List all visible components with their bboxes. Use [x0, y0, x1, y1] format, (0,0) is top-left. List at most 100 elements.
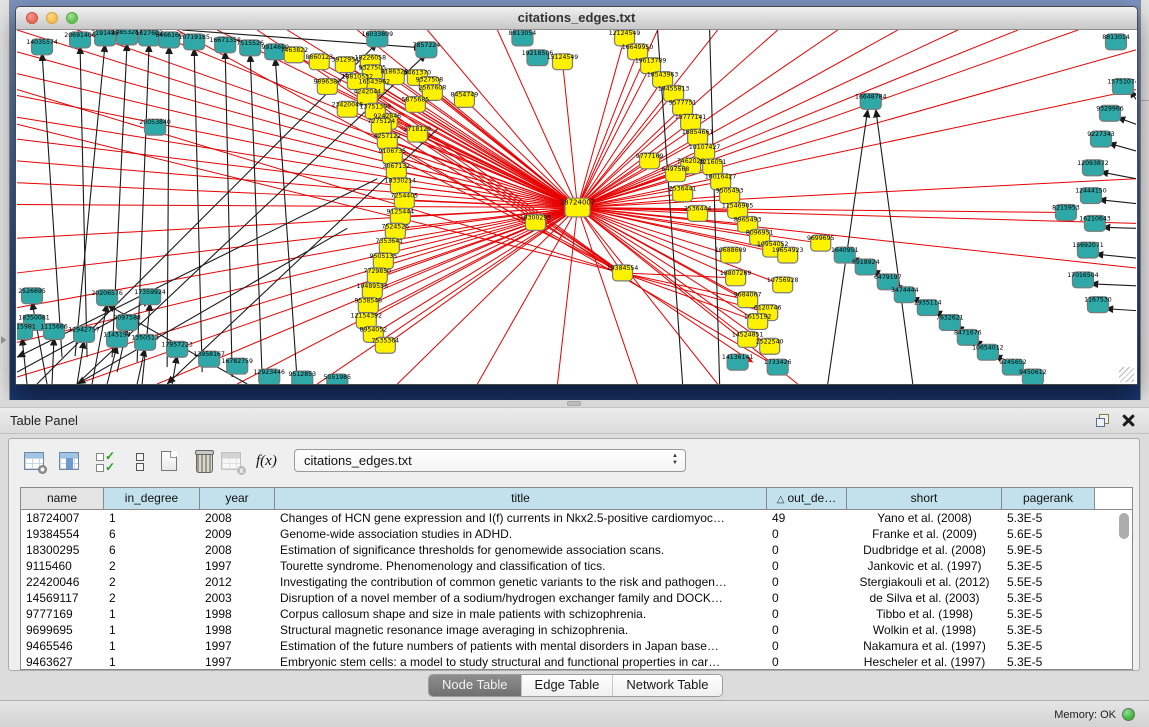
node-label: 9505135 [370, 253, 398, 260]
node-label: 23420046 [332, 101, 364, 108]
show-column-icon[interactable] [58, 450, 82, 474]
red-edge[interactable] [17, 207, 578, 342]
table-body: 1872400712008Changes of HCN gene express… [21, 510, 1132, 670]
table-settings-icon[interactable] [23, 450, 47, 474]
resize-grip[interactable] [1119, 367, 1134, 382]
black-edge[interactable] [876, 109, 913, 384]
tab-edge-table[interactable]: Edge Table [522, 675, 614, 696]
black-edge[interactable] [1095, 254, 1136, 258]
node-label: 4257122 [374, 133, 402, 140]
node-label: 18543963 [647, 72, 679, 79]
black-edge[interactable] [1108, 143, 1136, 151]
column-header-pagerank[interactable]: pagerank [1002, 488, 1095, 509]
table-row[interactable]: 1872400712008Changes of HCN gene express… [21, 510, 1132, 526]
cell-short: Franke et al. (2009) [847, 526, 1002, 542]
node-label: 12942757 [68, 326, 100, 333]
black-edge[interactable] [112, 43, 127, 357]
cell-pagerank: 5.9E-5 [1002, 542, 1095, 558]
black-edge[interactable] [22, 337, 27, 384]
column-header-out_de[interactable]: △out_de… [767, 488, 847, 509]
node-label: 10688609 [715, 247, 747, 254]
black-edge[interactable] [1100, 172, 1136, 179]
red-edge[interactable] [562, 62, 577, 208]
red-edge[interactable] [578, 207, 638, 384]
table-row[interactable]: 1938455462009Genome-wide association stu… [21, 526, 1132, 542]
cell-in_degree: 1 [104, 510, 200, 526]
cell-title: Tourette syndrome. Phenomenology and cla… [275, 558, 767, 574]
column-header-year[interactable]: year [200, 488, 275, 509]
node-label: 8813014 [1102, 34, 1130, 41]
black-edge[interactable] [250, 54, 262, 379]
cell-in_degree: 1 [104, 606, 200, 622]
column-header-short[interactable]: short [847, 488, 1002, 509]
table-row[interactable]: 911546021997Tourette syndrome. Phenomeno… [21, 558, 1132, 574]
red-edge[interactable] [578, 207, 758, 321]
column-header-in_degree[interactable]: in_degree [104, 488, 200, 509]
black-edge[interactable] [1105, 309, 1136, 311]
cell-pagerank: 5.3E-5 [1002, 590, 1095, 606]
node-label: 7463822 [280, 47, 308, 54]
node-label: 9327508 [416, 77, 444, 84]
window-controls [26, 12, 78, 24]
node-label: 18350081 [18, 315, 50, 322]
function-builder-icon[interactable]: f(x) [256, 450, 280, 474]
cell-short: de Silva et al. (2003) [847, 590, 1002, 606]
tab-node-table[interactable]: Node Table [429, 675, 522, 696]
node-label: 20053840 [139, 119, 171, 126]
select-all-rows-icon[interactable]: ✓✓ [94, 450, 118, 474]
delete-table-icon[interactable]: x [220, 450, 244, 474]
node-label: 9577751 [669, 99, 697, 106]
cell-out_de: 0 [767, 590, 847, 606]
black-edge[interactable] [1098, 200, 1136, 204]
node-label: 19384554 [607, 265, 639, 272]
column-header-name[interactable]: name [21, 488, 104, 509]
table-row[interactable]: 2242004622012Investigating the contribut… [21, 574, 1132, 590]
table-selector-dropdown[interactable]: citations_edges.txt ▲▼ [294, 449, 686, 472]
cell-in_degree: 1 [104, 654, 200, 670]
node-label: 1115686 [40, 323, 68, 330]
table-row[interactable]: 969969511998Structural magnetic resonanc… [21, 622, 1132, 638]
panel-collapse-arrow-icon[interactable] [1, 336, 6, 344]
node-label: 2567608 [419, 85, 447, 92]
black-edge[interactable] [1090, 284, 1136, 286]
right-panel-edge [1140, 0, 1149, 400]
network-canvas[interactable]: 1403557420691406719148510853287152760264… [17, 30, 1136, 384]
node-label: 14524851 [732, 331, 764, 338]
splitter-handle-icon[interactable] [567, 401, 581, 406]
table-row[interactable]: 977716911998Corpus callosum shape and si… [21, 606, 1132, 622]
red-edge[interactable] [578, 89, 1136, 207]
node-label: 9097588 [113, 315, 141, 322]
window-titlebar[interactable]: citations_edges.txt [16, 7, 1137, 30]
red-edge[interactable] [17, 207, 578, 272]
table-row[interactable]: 1830029562008Estimation of significance … [21, 542, 1132, 558]
vertical-scrollbar[interactable] [1119, 513, 1129, 539]
node-label: 11546905 [722, 203, 754, 210]
panel-splitter[interactable] [0, 400, 1149, 408]
table-row[interactable]: 1456911722003Disruption of a novel membe… [21, 590, 1132, 606]
black-edge[interactable] [77, 340, 84, 384]
float-panel-icon[interactable] [1096, 414, 1109, 427]
red-edge[interactable] [237, 207, 577, 384]
table-row[interactable]: 946362711997Embryonic stem cells: a mode… [21, 654, 1132, 670]
table-panel-body: ✓✓ x f(x) citations_edges.txt ▲▼ [8, 438, 1140, 671]
column-header-title[interactable]: title [275, 488, 767, 509]
black-edge[interactable] [80, 46, 87, 357]
close-panel-icon[interactable] [1122, 414, 1135, 427]
delete-column-icon[interactable] [192, 450, 216, 474]
tab-network-table[interactable]: Network Table [613, 675, 721, 696]
network-graph[interactable]: 1403557420691406719148510853287152760264… [17, 30, 1136, 384]
table-row[interactable]: 946554611997Estimation of the future num… [21, 638, 1132, 654]
node-label: 18810532 [342, 74, 374, 81]
zoom-window-icon[interactable] [66, 12, 78, 24]
sort-ascending-icon: △ [777, 494, 785, 505]
black-edge[interactable] [172, 355, 177, 384]
red-edge[interactable] [578, 30, 898, 207]
node-label: 2935114 [914, 300, 942, 307]
new-column-icon[interactable] [158, 450, 182, 474]
close-window-icon[interactable] [26, 12, 38, 24]
row-options-icon[interactable] [128, 450, 152, 474]
memory-ok-indicator [1122, 708, 1135, 721]
minimize-window-icon[interactable] [46, 12, 58, 24]
black-edge[interactable] [52, 337, 54, 384]
black-edge[interactable] [1102, 227, 1136, 228]
